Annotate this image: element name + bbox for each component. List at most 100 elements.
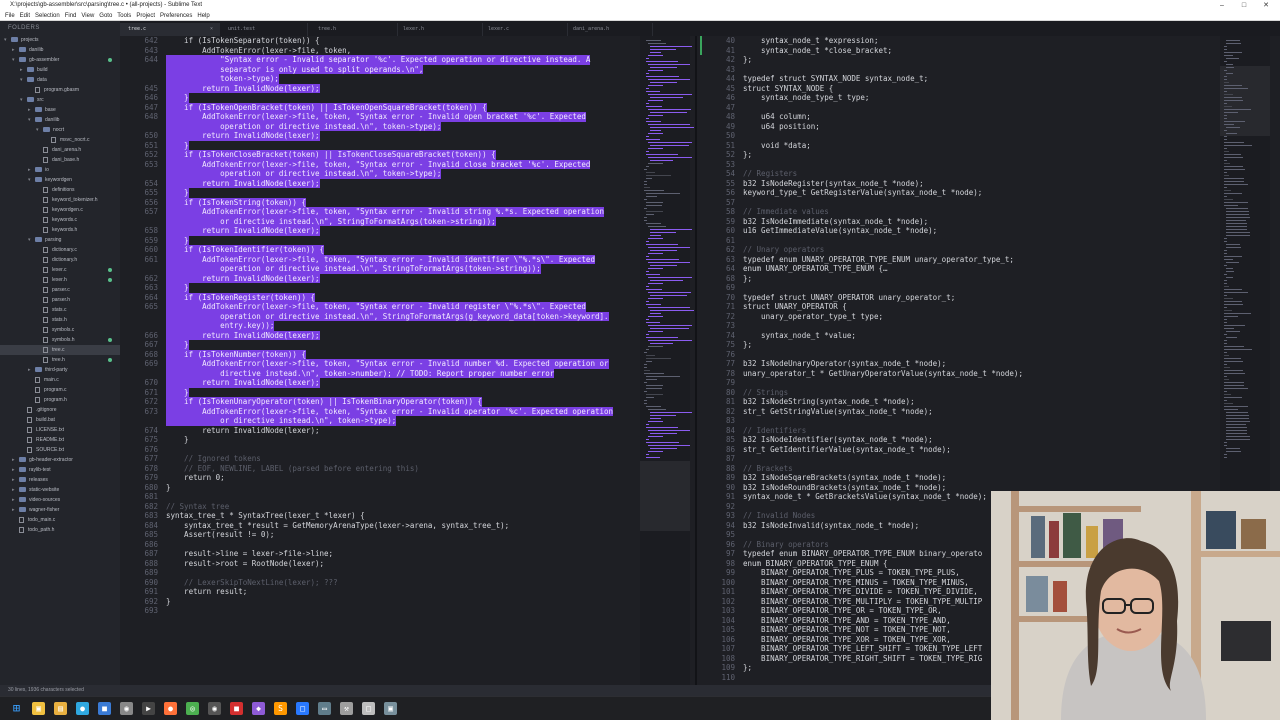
code-line[interactable]: or directive instead.\n", StringToFormat… (120, 216, 695, 226)
chevron-down-icon[interactable]: ▾ (4, 35, 11, 45)
sidebar-folder-parsing[interactable]: ▾ parsing (0, 235, 120, 245)
sidebar-file-lexer-c[interactable]: lexer.c (0, 265, 120, 275)
github-icon[interactable]: ◉ (120, 702, 133, 715)
code-line[interactable]: 652 if (IsTokenCloseBracket(token) || Is… (120, 150, 695, 160)
sidebar-file-tree-h[interactable]: tree.h (0, 355, 120, 365)
code-line[interactable]: 55 b32 IsNodeRegister(syntax_node_t *node… (697, 179, 1280, 189)
code-line[interactable]: 59 b32 IsNodeImmediate(syntax_node_t *nod… (697, 217, 1280, 227)
code-line[interactable]: 45 struct SYNTAX_NODE { (697, 84, 1280, 94)
code-line[interactable]: 656 if (IsTokenString(token)) { (120, 197, 695, 207)
code-line[interactable]: 87 (697, 454, 1280, 464)
code-line[interactable]: 663 } (120, 283, 695, 293)
code-line[interactable]: 655 } (120, 188, 695, 198)
sidebar-folder-static-website[interactable]: ▸ static-website (0, 485, 120, 495)
chevron-right-icon[interactable]: ▸ (12, 45, 19, 55)
sidebar-folder-projects[interactable]: ▾ projects (0, 35, 120, 45)
code-line[interactable]: 75}; (697, 340, 1280, 350)
code-line[interactable]: 42}; (697, 55, 1280, 65)
code-line[interactable]: 73 (697, 321, 1280, 331)
sidebar-file-parser-c[interactable]: parser.c (0, 285, 120, 295)
sidebar-file-license-txt[interactable]: LICENSE.txt (0, 425, 120, 435)
code-line[interactable]: operation or directive instead.\n", Stri… (120, 264, 695, 274)
code-line[interactable]: 81 b32 IsNodeString(syntax_node_t *node); (697, 397, 1280, 407)
sidebar-file-keywords-c[interactable]: keywords.c (0, 215, 120, 225)
code-line[interactable]: 52}; (697, 150, 1280, 160)
sidebar-folder-wagner-fisher[interactable]: ▸ wagner-fisher (0, 505, 120, 515)
code-line[interactable]: 85 b32 IsNodeIdentifier(syntax_node_t *no… (697, 435, 1280, 445)
sidebar-folder-third-party[interactable]: ▸ third-party (0, 365, 120, 375)
sidebar-folder-build[interactable]: ▸ build (0, 65, 120, 75)
minimize-icon[interactable]: – (1212, 0, 1232, 11)
sidebar-folder-gb-assembler[interactable]: ▾ gb-assembler (0, 55, 120, 65)
sidebar-file-todo-path-h[interactable]: todo_path.h (0, 525, 120, 535)
sidebar-file-tree-c[interactable]: tree.c (0, 345, 120, 355)
code-line[interactable]: 644 "Syntax error - Invalid separator '%… (120, 55, 695, 65)
menu-goto[interactable]: Goto (99, 11, 112, 21)
code-line[interactable]: 72 unary_operator_type_t type; (697, 312, 1280, 322)
code-line[interactable]: 681 (120, 492, 695, 502)
tab-tree-h[interactable]: tree.h (310, 23, 398, 36)
chevron-down-icon[interactable]: ▾ (20, 75, 27, 85)
code-line[interactable]: directive instead.\n", token->number); /… (120, 368, 695, 378)
sidebar-file-symbols-c[interactable]: symbols.c (0, 325, 120, 335)
firefox-icon[interactable]: ● (164, 702, 177, 715)
code-line[interactable]: 76 (697, 350, 1280, 360)
sidebar-file-msvc-nocrt-c[interactable]: msvc_nocrt.c (0, 135, 120, 145)
code-line[interactable]: 678 // EOF, NEWLINE, LABEL (parsed befor… (120, 464, 695, 474)
code-line[interactable]: operation or directive instead.\n", Stri… (120, 311, 695, 321)
code-line[interactable]: 86 str_t GetIdentifierValue(syntax_node_t… (697, 445, 1280, 455)
menu-help[interactable]: Help (197, 11, 209, 21)
minimap-left[interactable] (640, 36, 694, 685)
code-line[interactable]: operation or directive instead.\n", toke… (120, 121, 695, 131)
code-line[interactable]: 50 (697, 131, 1280, 141)
pdf-icon[interactable]: ■ (230, 702, 243, 715)
code-line[interactable]: 79 (697, 378, 1280, 388)
chevron-down-icon[interactable]: ▾ (20, 95, 27, 105)
sidebar-folder-nocrt[interactable]: ▾ nocrt (0, 125, 120, 135)
code-line[interactable]: 64 enum UNARY_OPERATOR_TYPE_ENUM {… (697, 264, 1280, 274)
code-line[interactable]: 47 (697, 103, 1280, 113)
code-line[interactable]: entry.key)); (120, 321, 695, 331)
code-line[interactable]: 82 str_t GetStringValue(syntax_node_t *no… (697, 407, 1280, 417)
minimap-viewport[interactable] (1220, 66, 1270, 136)
sidebar-file-gitignore[interactable]: .gitignore (0, 405, 120, 415)
code-line[interactable]: 643 AddTokenError(lexer->file, token, (120, 46, 695, 56)
chevron-down-icon[interactable]: ▾ (28, 235, 35, 245)
chevron-right-icon[interactable]: ▸ (20, 65, 27, 75)
sidebar-folder-video-sources[interactable]: ▸ video-sources (0, 495, 120, 505)
code-line[interactable]: 692} (120, 597, 695, 607)
code-line[interactable]: 672 if (IsTokenUnaryOperator(token) || I… (120, 397, 695, 407)
code-line[interactable]: 61 (697, 236, 1280, 246)
code-line[interactable]: 670 return InvalidNode(lexer); (120, 378, 695, 388)
terminal-icon[interactable]: ▶ (142, 702, 155, 715)
file-explorer-icon[interactable]: ▣ (32, 702, 45, 715)
sidebar-file-keywordgen-c[interactable]: keywordgen.c (0, 205, 120, 215)
sidebar-folder-data[interactable]: ▾ data (0, 75, 120, 85)
code-line[interactable]: 41 syntax_node_t *close_bracket; (697, 45, 1280, 55)
code-line[interactable]: 70 typedef struct UNARY_OPERATOR unary_op… (697, 293, 1280, 303)
code-line[interactable]: 659 } (120, 235, 695, 245)
obs-icon[interactable]: ◉ (208, 702, 221, 715)
chrome-icon[interactable]: ◎ (186, 702, 199, 715)
code-line[interactable]: 48 u64 column; (697, 112, 1280, 122)
code-line[interactable]: 661 AddTokenError(lexer->file, token, "S… (120, 254, 695, 264)
code-line[interactable]: 74 syntax_node_t *value; (697, 331, 1280, 341)
code-line[interactable]: 666 return InvalidNode(lexer); (120, 330, 695, 340)
code-line[interactable]: 84 // Identifiers (697, 426, 1280, 436)
chevron-right-icon[interactable]: ▸ (12, 465, 19, 475)
windows-start-icon[interactable]: ⊞ (10, 702, 23, 715)
code-line[interactable]: 680} (120, 483, 695, 493)
sidebar-folder-releases[interactable]: ▸ releases (0, 475, 120, 485)
code-line[interactable]: 664 if (IsTokenRegister(token)) { (120, 292, 695, 302)
minimap-viewport[interactable] (640, 461, 690, 531)
code-line[interactable]: separator is only used to split operands… (120, 64, 695, 74)
code-line[interactable]: 645 return InvalidNode(lexer); (120, 83, 695, 93)
menu-tools[interactable]: Tools (117, 11, 131, 21)
chevron-right-icon[interactable]: ▸ (12, 485, 19, 495)
sidebar-folder-base[interactable]: ▸ base (0, 105, 120, 115)
sidebar-file-stats-h[interactable]: stats.h (0, 315, 120, 325)
code-line[interactable]: 651 } (120, 140, 695, 150)
code-line[interactable]: 691 return result; (120, 587, 695, 597)
sidebar-file-dani-base-h[interactable]: dani_base.h (0, 155, 120, 165)
sidebar-file-keywords-h[interactable]: keywords.h (0, 225, 120, 235)
